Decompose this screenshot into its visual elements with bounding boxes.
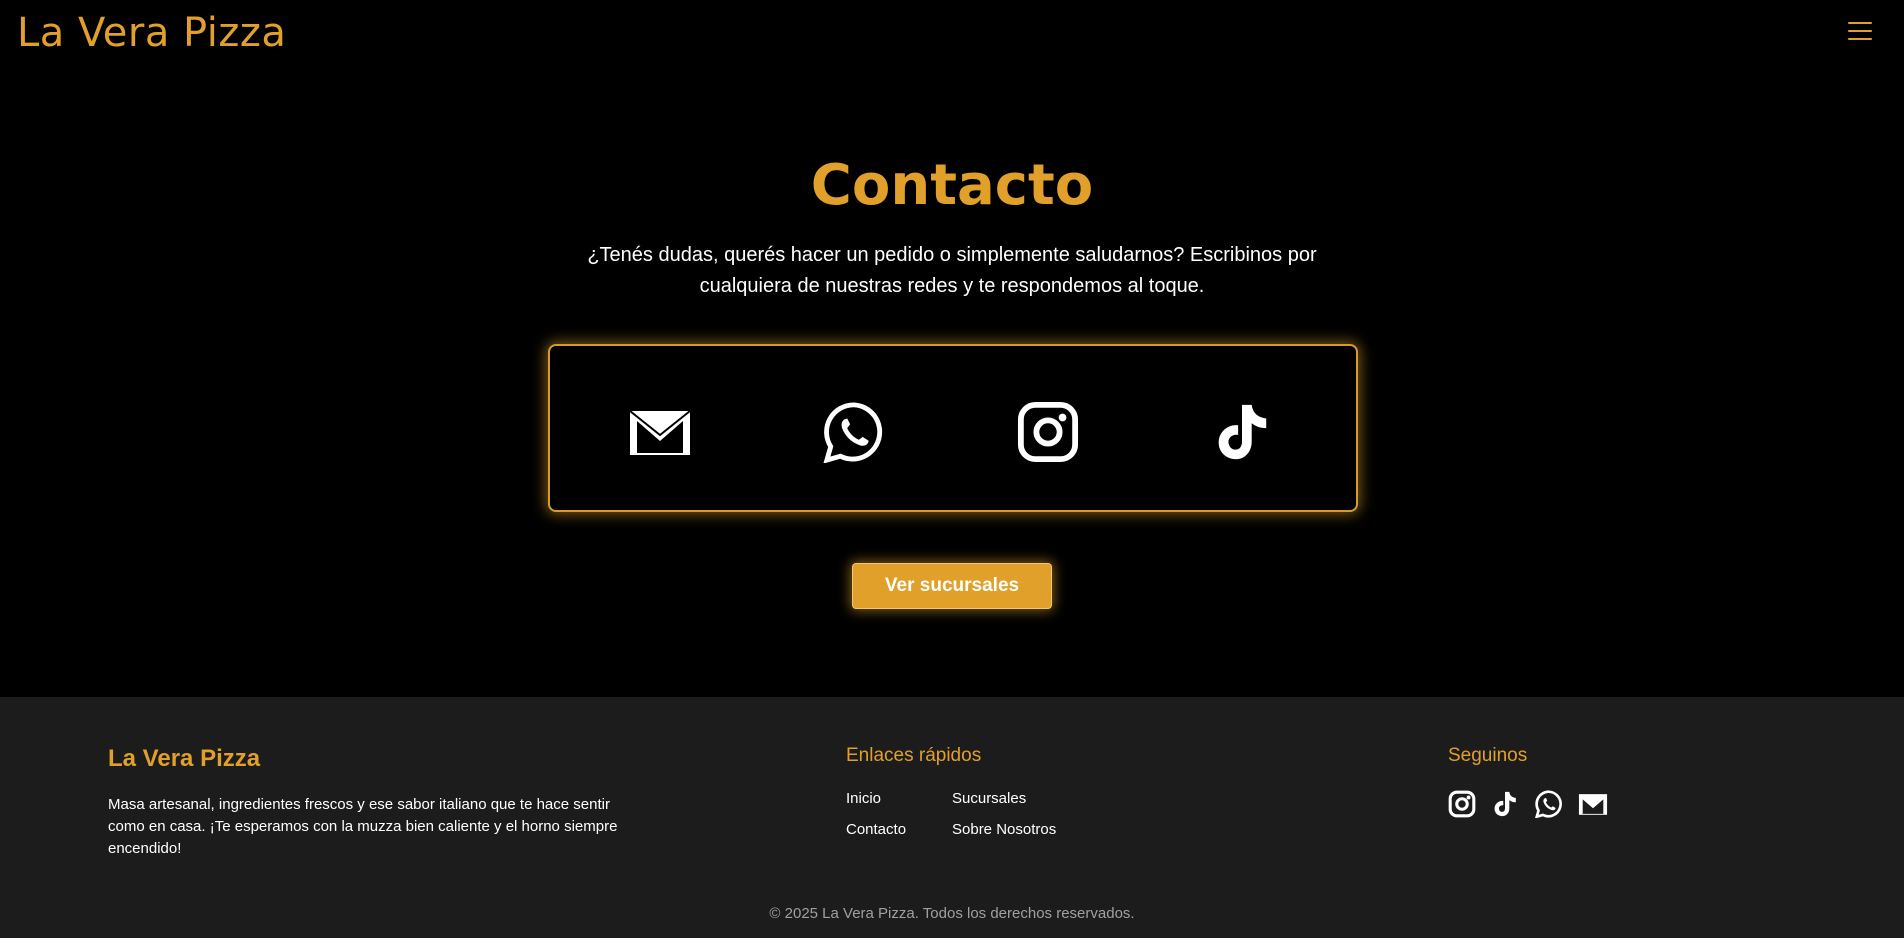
gmail-icon[interactable] [1578, 789, 1608, 819]
site-footer: La Vera Pizza Masa artesanal, ingredient… [0, 697, 1904, 938]
gmail-icon[interactable] [628, 400, 692, 464]
tiktok-icon[interactable] [1490, 789, 1520, 819]
tiktok-icon[interactable] [1210, 400, 1274, 464]
whatsapp-icon[interactable] [1534, 789, 1564, 819]
whatsapp-icon[interactable] [822, 400, 886, 464]
brand-logo[interactable]: La Vera Pizza [17, 10, 286, 56]
footer-link-contacto[interactable]: Contacto [846, 821, 906, 838]
instagram-icon[interactable] [1016, 400, 1080, 464]
footer-brand: La Vera Pizza [108, 745, 261, 772]
hamburger-menu-icon[interactable] [1848, 22, 1872, 42]
footer-link-sucursales[interactable]: Sucursales [952, 790, 1026, 807]
footer-link-sobre-nosotros[interactable]: Sobre Nosotros [952, 821, 1056, 838]
quick-links-title: Enlaces rápidos [846, 745, 982, 766]
contact-intro-text: ¿Tenés dudas, querés hacer un pedido o s… [587, 244, 1317, 297]
footer-link-inicio[interactable]: Inicio [846, 790, 881, 807]
social-links-card [548, 344, 1358, 512]
copyright-text: © 2025 La Vera Pizza. Todos los derechos… [769, 905, 1135, 922]
site-header: La Vera Pizza [0, 0, 1904, 70]
page-title: Contacto [810, 153, 1094, 218]
view-branches-button[interactable]: Ver sucursales [852, 563, 1052, 609]
follow-us-title: Seguinos [1448, 745, 1528, 766]
footer-description: Masa artesanal, ingredientes frescos y e… [108, 796, 618, 857]
instagram-icon[interactable] [1447, 789, 1477, 819]
